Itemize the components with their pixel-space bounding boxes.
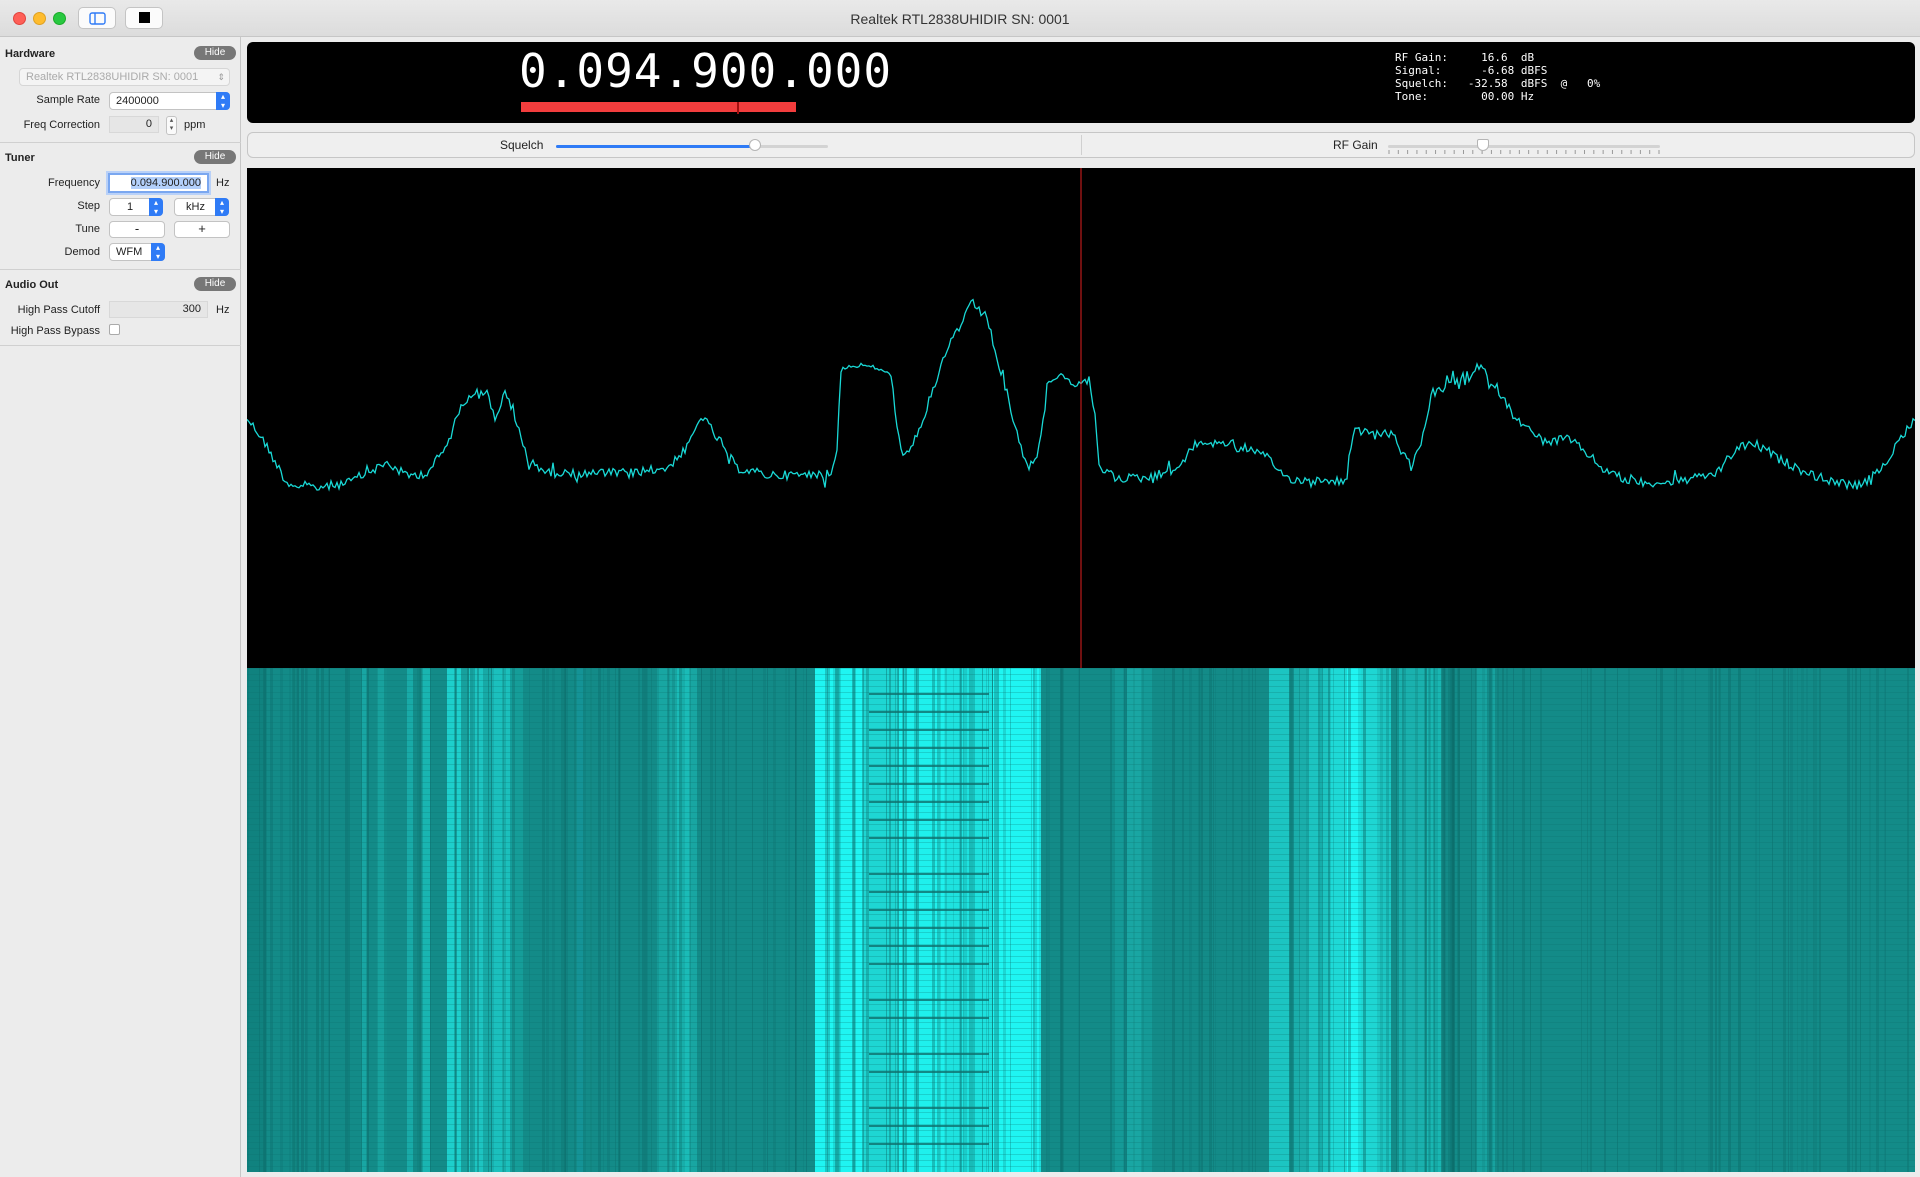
rf-gain-label: RF Gain	[1333, 138, 1378, 152]
waterfall-texture	[247, 668, 1915, 1172]
tuner-hide-button[interactable]: Hide	[194, 150, 236, 164]
window-title: Realtek RTL2838UHIDIR SN: 0001	[850, 11, 1070, 27]
high-pass-cutoff-unit: Hz	[216, 304, 230, 316]
frequency-label: Frequency	[48, 177, 100, 189]
audio-out-hide-button[interactable]: Hide	[194, 277, 236, 291]
device-select-value: Realtek RTL2838UHIDIR SN: 0001	[26, 71, 199, 83]
step-value-select[interactable]: 1 ▴ ▾	[109, 198, 163, 216]
sample-rate-label: Sample Rate	[36, 94, 100, 106]
demod-label: Demod	[64, 246, 100, 258]
freq-correction-unit: ppm	[184, 119, 206, 131]
hardware-hide-button[interactable]: Hide	[194, 46, 236, 60]
frequency-input-value: 0.094.900.000	[130, 177, 201, 189]
tune-up-button[interactable]: +	[174, 221, 230, 238]
step-label: Step	[77, 200, 100, 212]
high-pass-cutoff-field[interactable]: 300	[109, 301, 208, 318]
demod-value: WFM	[116, 246, 143, 258]
squelch-slider-fill	[556, 145, 755, 148]
signal-level-bar	[521, 102, 796, 114]
rf-gain-slider[interactable]	[1388, 145, 1660, 148]
freq-correction-field[interactable]: 0	[109, 116, 159, 133]
frequency-input[interactable]: 0.094.900.000	[108, 173, 209, 193]
waterfall-display[interactable]	[247, 668, 1915, 1172]
section-divider	[0, 269, 241, 270]
sample-rate-value: 2400000	[116, 95, 159, 107]
squelch-label: Squelch	[500, 138, 544, 152]
tune-down-button[interactable]: -	[109, 221, 165, 238]
device-select[interactable]: Realtek RTL2838UHIDIR SN: 0001 ⇕	[19, 68, 230, 86]
section-divider	[0, 142, 241, 143]
title-bar: Realtek RTL2838UHIDIR SN: 0001	[0, 0, 1920, 37]
frequency-unit: Hz	[216, 177, 230, 189]
rf-gain-tick-marks	[1388, 150, 1660, 154]
sidebar: Hardware Hide Realtek RTL2838UHIDIR SN: …	[0, 37, 241, 1177]
high-pass-bypass-label: High Pass Bypass	[10, 325, 100, 337]
slider-divider	[1081, 135, 1082, 155]
step-unit-select[interactable]: kHz ▴ ▾	[174, 198, 229, 216]
step-value: 1	[126, 201, 134, 213]
step-unit: kHz	[186, 201, 205, 213]
spectrum-plot[interactable]	[246, 168, 1916, 668]
tuner-section-title: Tuner	[5, 152, 35, 164]
freq-correction-label: Freq Correction	[23, 119, 100, 131]
select-arrows-icon: ▴ ▾	[149, 198, 163, 216]
high-pass-bypass-checkbox[interactable]	[109, 324, 120, 335]
freq-correction-stepper[interactable]: ▴ ▾	[166, 116, 177, 135]
frequency-display: 0.094.900.000 RF Gain: 16.6 dB Signal: -…	[247, 42, 1915, 123]
signal-stats: RF Gain: 16.6 dB Signal: -6.68 dBFS Sque…	[1395, 51, 1601, 103]
select-arrows-icon: ▴ ▾	[216, 92, 230, 110]
select-arrows-icon: ▴ ▾	[151, 243, 165, 261]
slider-bar: Squelch RF Gain	[247, 132, 1915, 158]
demod-select[interactable]: WFM ▴ ▾	[109, 243, 165, 261]
hardware-section-title: Hardware	[5, 48, 56, 60]
select-arrows-icon: ⇕	[217, 72, 225, 82]
sample-rate-select[interactable]: 2400000 ▴ ▾	[109, 92, 230, 110]
waterfall-svg	[247, 668, 1915, 1172]
spectrum-svg	[246, 168, 1916, 668]
select-arrows-icon: ▴ ▾	[215, 198, 229, 216]
high-pass-cutoff-label: High Pass Cutoff	[17, 304, 100, 316]
squelch-slider[interactable]	[556, 145, 828, 148]
section-divider	[0, 345, 241, 346]
tune-label: Tune	[75, 223, 100, 235]
squelch-slider-knob[interactable]	[748, 139, 761, 151]
squelch-threshold-marker	[737, 102, 739, 114]
audio-out-section-title: Audio Out	[5, 279, 59, 291]
frequency-readout: 0.094.900.000	[519, 44, 893, 98]
